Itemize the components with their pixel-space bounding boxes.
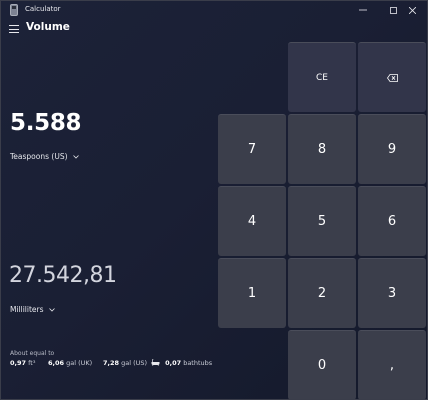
- equivalent-item: 7,28 gal (US): [103, 359, 147, 367]
- digit-0-button[interactable]: 0: [288, 330, 356, 399]
- equivalent-unit: gal (US): [121, 359, 148, 367]
- chevron-down-icon: [48, 307, 55, 312]
- digit-6-button[interactable]: 6: [358, 186, 426, 256]
- to-unit-dropdown[interactable]: Milliliters: [10, 305, 55, 314]
- hamburger-menu-button[interactable]: [9, 25, 19, 34]
- equivalent-value: 6,06: [48, 359, 65, 367]
- backspace-button[interactable]: [358, 42, 426, 112]
- calculator-window: Calculator Volume 5.588 Teaspoons (US) 2…: [0, 0, 428, 400]
- close-button[interactable]: [397, 1, 427, 19]
- digit-5-button[interactable]: 5: [288, 186, 356, 256]
- digit-4-button[interactable]: 4: [218, 186, 286, 256]
- equivalent-item: 0,97 ft³: [10, 359, 35, 367]
- equivalent-value: 7,28: [103, 359, 120, 367]
- to-unit-label: Milliliters: [10, 305, 44, 314]
- hamburger-line: [9, 32, 19, 34]
- digit-3-button[interactable]: 3: [358, 258, 426, 328]
- equivalent-value: 0,07: [165, 359, 182, 367]
- window-title: Calculator: [25, 5, 61, 13]
- calculator-app-icon: [10, 4, 18, 16]
- about-equal-label: About equal to: [10, 350, 55, 357]
- equivalent-item: 0,07 bathtubs: [151, 359, 212, 367]
- digit-label: 5: [317, 214, 327, 229]
- hamburger-line: [9, 28, 19, 30]
- digit-2-button[interactable]: 2: [288, 258, 356, 328]
- from-value-display[interactable]: 5.588: [10, 110, 82, 136]
- equivalent-unit: ft³: [28, 359, 36, 367]
- minimize-button[interactable]: [348, 1, 378, 19]
- digit-8-button[interactable]: 8: [288, 114, 356, 184]
- decimal-separator-button[interactable]: ,: [358, 330, 426, 399]
- digit-label: 2: [317, 286, 327, 301]
- bathtub-icon: [151, 359, 160, 366]
- digit-label: 7: [247, 142, 257, 157]
- from-unit-dropdown[interactable]: Teaspoons (US): [10, 152, 79, 161]
- backspace-icon: [386, 73, 398, 82]
- hamburger-icon: [9, 25, 19, 26]
- clear-entry-button[interactable]: CE: [288, 42, 356, 112]
- digit-label: 8: [317, 142, 327, 157]
- close-icon: [408, 6, 416, 14]
- digit-label: 4: [247, 214, 257, 229]
- equivalent-unit: bathtubs: [183, 359, 213, 367]
- digit-label: 6: [387, 214, 397, 229]
- digit-9-button[interactable]: 9: [358, 114, 426, 184]
- digit-label: 0: [317, 358, 327, 373]
- minimize-icon: [359, 9, 367, 11]
- from-unit-label: Teaspoons (US): [10, 152, 68, 161]
- digit-label: 3: [387, 286, 397, 301]
- clear-entry-label: CE: [316, 72, 328, 83]
- title-bar: Calculator: [1, 1, 427, 19]
- to-value-display[interactable]: 27.542,81: [9, 263, 117, 288]
- equivalent-value: 0,97: [10, 359, 27, 367]
- mode-title: Volume: [26, 21, 70, 33]
- decimal-label: ,: [389, 358, 395, 373]
- digit-label: 1: [247, 286, 257, 301]
- digit-label: 9: [387, 142, 397, 157]
- digit-1-button[interactable]: 1: [218, 258, 286, 328]
- digit-7-button[interactable]: 7: [218, 114, 286, 184]
- equivalent-item: 6,06 gal (UK): [48, 359, 92, 367]
- equivalent-unit: gal (UK): [66, 359, 93, 367]
- maximize-icon: [389, 6, 397, 14]
- chevron-down-icon: [72, 154, 79, 159]
